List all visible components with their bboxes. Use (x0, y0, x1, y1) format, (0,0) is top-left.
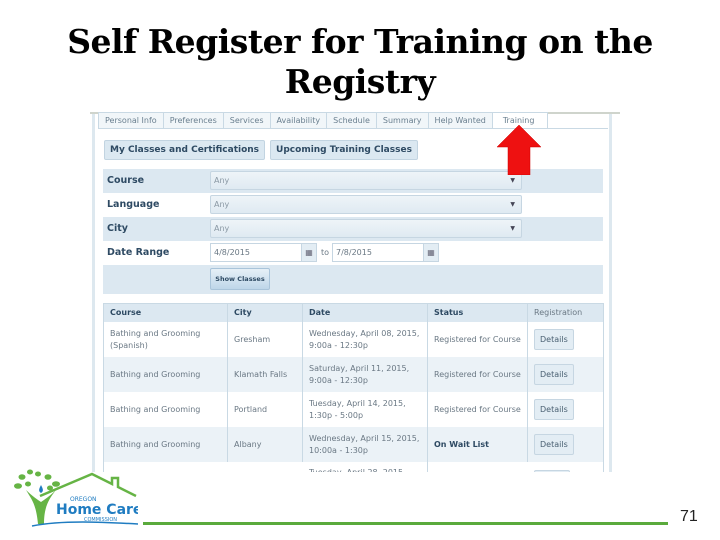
tab-help-wanted[interactable]: Help Wanted (428, 112, 493, 129)
details-button[interactable]: Details (534, 329, 574, 350)
cell-city: Gresham (228, 322, 303, 357)
language-label: Language (107, 199, 160, 210)
frame-border-left (92, 114, 95, 472)
classes-table: Course City Date Status Registration Bat… (103, 303, 604, 472)
cell-course: Bathing and Grooming (104, 357, 228, 392)
cell-city: Albany (228, 427, 303, 462)
logo-text-home-care: Home Care (56, 502, 138, 518)
details-button[interactable]: Details (534, 364, 574, 385)
filter-form: Course Any ▼ Language Any ▼ City Any ▼ D… (103, 169, 603, 294)
tab-bar: Personal Info Preferences Services Avail… (98, 112, 549, 129)
header-course[interactable]: Course (104, 304, 228, 322)
details-button[interactable]: Details (534, 434, 574, 455)
course-label: Course (107, 175, 145, 186)
header-city[interactable]: City (228, 304, 303, 322)
cell-registration: Details (528, 427, 603, 462)
cell-date: Saturday, April 11, 2015, 9:00a - 12:30p (303, 357, 428, 392)
header-date[interactable]: Date (303, 304, 428, 322)
details-button[interactable] (534, 470, 570, 472)
table-row: Bathing and Grooming (Spanish) Gresham W… (104, 322, 603, 357)
red-up-arrow-icon (497, 125, 541, 175)
slide-title-line2: Registry (284, 62, 436, 101)
upcoming-classes-button[interactable]: Upcoming Training Classes (270, 140, 418, 160)
table-row: Bathing and Grooming Albany Wednesday, A… (104, 427, 603, 462)
table-body: Bathing and Grooming (Spanish) Gresham W… (104, 322, 603, 472)
cell-registration: Details (528, 392, 603, 427)
show-classes-row: Show Classes (103, 265, 603, 294)
my-classes-button[interactable]: My Classes and Certifications (104, 140, 266, 160)
tab-personal-info[interactable]: Personal Info (98, 112, 164, 129)
cell-course: Bathing and Grooming (104, 427, 228, 462)
city-select-value: Any (214, 224, 230, 233)
header-status[interactable]: Status (428, 304, 528, 322)
cell-city: Portland (228, 392, 303, 427)
cell-status: Registered for Course (428, 392, 528, 427)
calendar-icon[interactable]: ▦ (301, 243, 317, 262)
sub-navigation: My Classes and Certifications Upcoming T… (104, 140, 418, 160)
cell-status: Registered for Course (428, 322, 528, 357)
city-label: City (107, 223, 128, 234)
tab-preferences[interactable]: Preferences (163, 112, 224, 129)
details-button[interactable]: Details (534, 399, 574, 420)
slide-title-line1: Self Register for Training on the (67, 22, 653, 61)
cell-status: Registered for Course (428, 357, 528, 392)
cell-course: Bathing and Grooming (Spanish) (104, 322, 228, 357)
cell-course: Bathing and Grooming (104, 392, 228, 427)
home-care-commission-logo: OREGON Home Care COMMISSION (14, 469, 138, 527)
cell-date: Wednesday, April 08, 2015, 9:00a - 12:30… (303, 322, 428, 357)
tab-availability[interactable]: Availability (270, 112, 328, 129)
tab-schedule[interactable]: Schedule (327, 112, 377, 129)
calendar-icon[interactable]: ▦ (423, 243, 439, 262)
cell-date: Tuesday, April 28, 2015, 9:00a (303, 462, 428, 472)
slide-title: Self Register for Training on the Regist… (0, 22, 720, 102)
cell-date: Wednesday, April 15, 2015, 10:00a - 1:30… (303, 427, 428, 462)
table-row: Bathing and Grooming Klamath Falls Satur… (104, 357, 603, 392)
tab-services[interactable]: Services (223, 112, 271, 129)
city-select[interactable]: Any ▼ (210, 219, 522, 238)
frame-border-right (609, 114, 612, 472)
cell-registration: Details (528, 322, 603, 357)
tab-summary[interactable]: Summary (376, 112, 429, 129)
header-registration: Registration (528, 304, 603, 322)
table-row: Tuesday, April 28, 2015, 9:00a (104, 462, 603, 472)
date-range-row: Date Range 4/8/2015 ▦ to 7/8/2015 ▦ (103, 241, 603, 265)
table-row: Bathing and Grooming Portland Tuesday, A… (104, 392, 603, 427)
table-header: Course City Date Status Registration (104, 304, 603, 322)
cell-status: On Wait List (428, 427, 528, 462)
footer-divider (143, 522, 668, 525)
chevron-down-icon: ▼ (510, 225, 515, 232)
course-select-value: Any (214, 176, 230, 185)
show-classes-button[interactable]: Show Classes (210, 268, 270, 290)
chevron-down-icon: ▼ (510, 201, 515, 208)
city-row: City Any ▼ (103, 217, 603, 241)
course-select[interactable]: Any ▼ (210, 171, 522, 190)
cell-registration (528, 462, 603, 472)
date-to-input[interactable]: 7/8/2015 (332, 243, 424, 262)
cell-registration: Details (528, 357, 603, 392)
language-row: Language Any ▼ (103, 193, 603, 217)
cell-date: Tuesday, April 14, 2015, 1:30p - 5:00p (303, 392, 428, 427)
date-from-input[interactable]: 4/8/2015 (210, 243, 302, 262)
language-select[interactable]: Any ▼ (210, 195, 522, 214)
to-label: to (321, 248, 330, 257)
language-select-value: Any (214, 200, 230, 209)
date-range-label: Date Range (107, 247, 170, 258)
page-number: 71 (680, 508, 698, 525)
cell-city: Klamath Falls (228, 357, 303, 392)
